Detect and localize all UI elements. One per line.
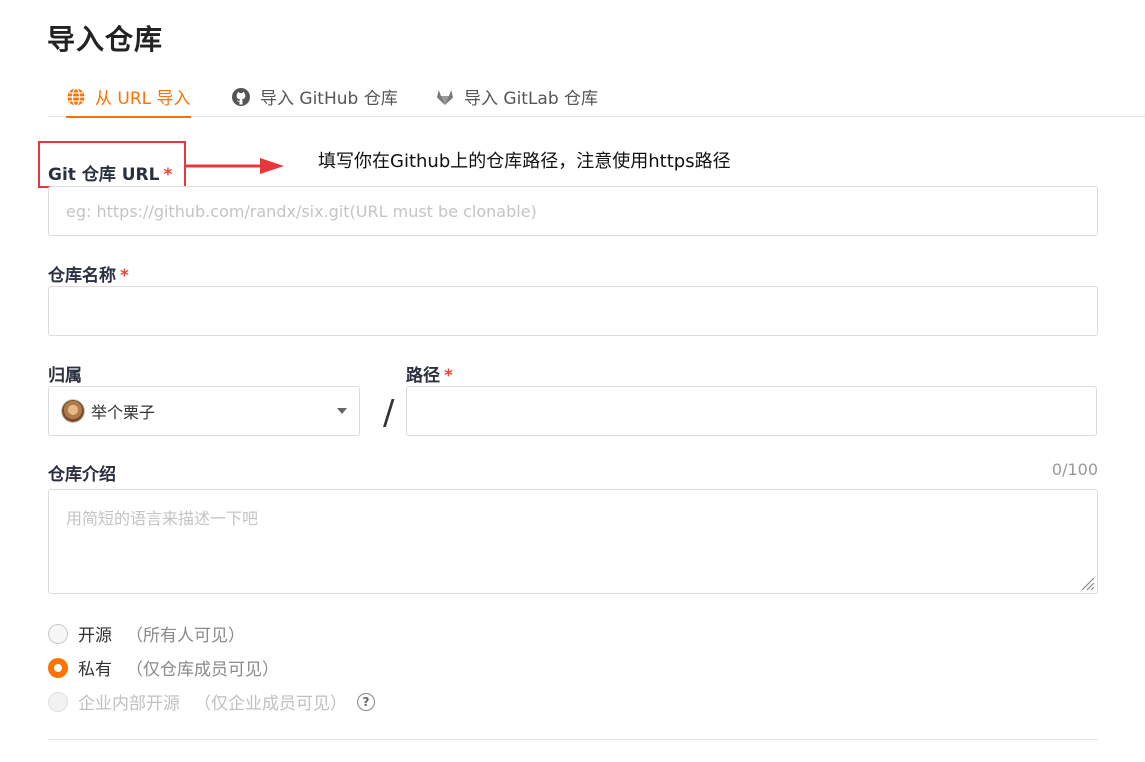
owner-label: 归属: [48, 366, 82, 386]
description-placeholder: 用简短的语言来描述一下吧: [66, 509, 259, 528]
import-tabs: 从 URL 导入 导入 GitHub 仓库 导入 GitLab 仓库: [48, 76, 1145, 118]
repo-name-input[interactable]: [48, 286, 1098, 336]
radio-button[interactable]: [48, 623, 68, 644]
github-icon: [231, 87, 251, 107]
divider: [48, 739, 1098, 740]
tab-label: 导入 GitLab 仓库: [464, 89, 599, 109]
description-textarea[interactable]: 用简短的语言来描述一下吧: [48, 489, 1098, 594]
annotation-arrow-icon: [186, 158, 284, 174]
path-separator: /: [383, 393, 395, 433]
tab-gitlab-import[interactable]: 导入 GitLab 仓库: [435, 76, 598, 117]
avatar: [61, 399, 85, 423]
tab-label: 导入 GitHub 仓库: [260, 89, 398, 109]
gitlab-icon: [435, 87, 455, 107]
tab-url-import[interactable]: 从 URL 导入: [66, 76, 191, 118]
visibility-option-private[interactable]: 私有 （仅仓库成员可见）: [48, 655, 279, 680]
tab-label: 从 URL 导入: [95, 89, 191, 109]
radio-button: [48, 691, 68, 712]
resize-handle-icon[interactable]: [1079, 575, 1095, 591]
visibility-option-public[interactable]: 开源 （所有人可见）: [48, 621, 245, 646]
chevron-down-icon: [337, 408, 347, 414]
owner-select[interactable]: 举个栗子: [48, 386, 360, 436]
owner-value: 举个栗子: [91, 403, 156, 422]
path-input[interactable]: [406, 386, 1097, 436]
globe-icon: [66, 87, 86, 107]
tab-github-import[interactable]: 导入 GitHub 仓库: [231, 76, 398, 117]
git-url-input[interactable]: eg: https://github.com/randx/six.git(URL…: [48, 186, 1098, 236]
char-counter: 0/100: [1051, 460, 1098, 479]
annotation-highlight-box: [38, 141, 186, 188]
description-label: 仓库介绍: [48, 465, 116, 485]
path-label: 路径 *: [406, 366, 453, 386]
help-icon[interactable]: ?: [357, 692, 375, 711]
repo-name-label: 仓库名称 *: [48, 266, 129, 286]
visibility-option-internal: 企业内部开源 （仅企业成员可见） ?: [48, 689, 375, 714]
git-url-placeholder: eg: https://github.com/randx/six.git(URL…: [66, 201, 537, 221]
annotation-note: 填写你在Github上的仓库路径，注意使用https路径: [318, 151, 731, 172]
page-title: 导入仓库: [47, 23, 164, 56]
radio-button[interactable]: [48, 657, 68, 678]
